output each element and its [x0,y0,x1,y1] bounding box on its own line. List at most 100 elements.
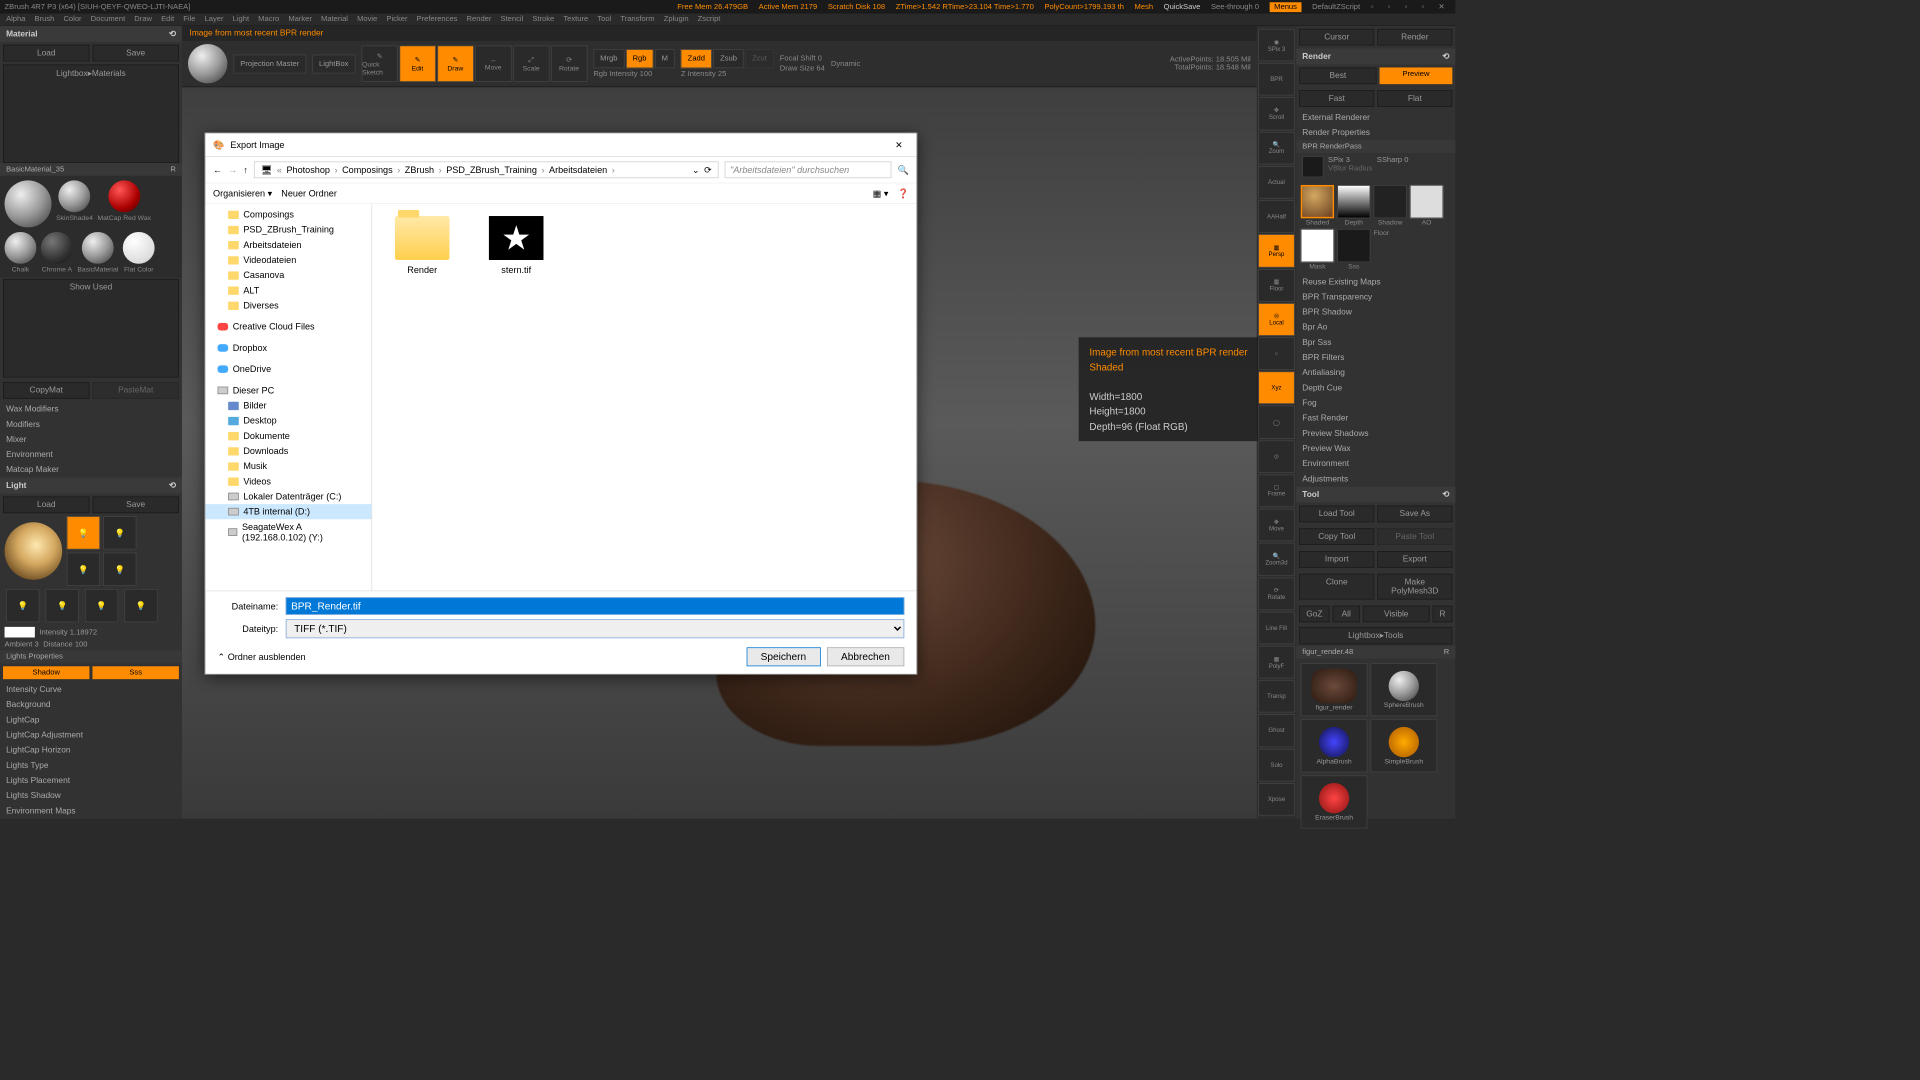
nav-up-button[interactable]: ↑ [243,164,248,175]
load-material-button[interactable]: Load [3,45,89,62]
light-header[interactable]: Light⟲ [0,478,182,494]
lightbox-tools-button[interactable]: Lightbox▸Tools [1299,627,1452,644]
close-button[interactable]: ✕ [889,138,909,152]
r-button[interactable]: R [1433,606,1453,623]
menu-brush[interactable]: Brush [35,15,55,23]
window-controls[interactable]: ▫ ▫ ▫ ▫ ✕ [1371,3,1451,11]
import-button[interactable]: Import [1299,551,1374,568]
export-button[interactable]: Export [1377,551,1452,568]
file-area[interactable]: Render ★ stern.tif [372,204,916,591]
filename-input[interactable] [286,597,905,614]
material-header[interactable]: Material⟲ [0,26,182,42]
breadcrumb[interactable]: 🖥 « Photoshop› Composings› ZBrush› PSD_Z… [254,161,719,178]
matcap-maker[interactable]: Matcap Maker [0,462,182,477]
background[interactable]: Background [0,697,182,712]
menu-file[interactable]: File [183,15,195,23]
zsub-button[interactable]: Zsub [713,49,743,68]
nav-back-button[interactable]: ← [213,164,222,175]
fast-render[interactable]: Fast Render [1296,411,1455,426]
edit-button[interactable]: ✎Edit [399,45,435,81]
aahalf-button[interactable]: AAHalf [1258,200,1294,233]
move-button[interactable]: ↔Move [475,45,511,81]
environment[interactable]: Environment [0,447,182,462]
menu-macro[interactable]: Macro [258,15,279,23]
bpr-sss[interactable]: Bpr Sss [1296,335,1455,350]
rgb-intensity[interactable]: Rgb Intensity 100 [593,70,674,78]
material-basic[interactable] [82,232,114,264]
distance-slider[interactable]: Distance 100 [43,641,87,649]
clone-button[interactable]: Clone [1299,574,1374,600]
save-button[interactable]: Speichern [746,647,820,666]
paste-tool-button[interactable]: Paste Tool [1377,528,1452,545]
lights-properties[interactable]: Lights Properties [0,650,182,663]
material-chrome[interactable] [41,232,73,264]
light-5-button[interactable]: 💡 [6,589,39,622]
make-polymesh-button[interactable]: Make PolyMesh3D [1377,574,1452,600]
lasso-icon[interactable]: ○ [1258,337,1294,370]
transp-button[interactable]: Transp [1258,680,1294,713]
persp-button[interactable]: ▦Persp [1258,234,1294,267]
menu-preferences[interactable]: Preferences [417,15,458,23]
r-toggle-2[interactable]: R [1444,648,1449,656]
render-properties[interactable]: Render Properties [1296,125,1455,140]
menu-document[interactable]: Document [91,15,126,23]
scale-button[interactable]: ⤢Scale [513,45,549,81]
mixer[interactable]: Mixer [0,432,182,447]
flat-button[interactable]: Flat [1377,90,1452,107]
frame-button[interactable]: ▢Frame [1258,474,1294,507]
z-intensity[interactable]: Z Intensity 25 [681,70,774,78]
mask-pass-thumb[interactable] [1301,229,1334,262]
tree-composings[interactable]: Composings [205,207,371,222]
lightcap[interactable]: LightCap [0,713,182,728]
view-button[interactable]: ▦ ▾ [873,188,889,199]
menu-movie[interactable]: Movie [357,15,377,23]
fast-button[interactable]: Fast [1299,90,1374,107]
polyf-button[interactable]: ▦PolyF [1258,646,1294,679]
mrgb-button[interactable]: Mrgb [593,49,624,68]
sss-pass-thumb[interactable] [1337,229,1370,262]
visible-button[interactable]: Visible [1363,606,1430,623]
modifiers[interactable]: Modifiers [0,417,182,432]
spix-button[interactable]: ◉SPix 3 [1258,29,1294,62]
linefill-button[interactable]: Line Fill [1258,611,1294,644]
shadow-button[interactable]: Shadow [3,666,89,679]
rotate3d-button[interactable]: ⟳Rotate [1258,577,1294,610]
hide-folders-button[interactable]: ⌃ Ordner ausblenden [218,652,306,663]
tree-dropbox[interactable]: Dropbox [205,340,371,355]
light-6-button[interactable]: 💡 [45,589,78,622]
light-2-button[interactable]: 💡 [103,516,136,549]
render-environment[interactable]: Environment [1296,456,1455,471]
draw-button[interactable]: ✎Draw [437,45,473,81]
tree-videos[interactable]: Videos [205,474,371,489]
goz-button[interactable]: GoZ [1299,606,1329,623]
simple-brush-thumb[interactable]: SimpleBrush [1370,719,1437,772]
new-folder-button[interactable]: Neuer Ordner [281,188,337,199]
zoom-button[interactable]: 🔍Zoom [1258,132,1294,165]
xyz-button[interactable]: Xyz [1258,372,1294,405]
render-mode-button[interactable]: Render [1377,29,1452,46]
rgb-button[interactable]: Rgb [626,49,654,68]
menu-layer[interactable]: Layer [205,15,224,23]
lightcap-horizon[interactable]: LightCap Horizon [0,743,182,758]
folder-tree[interactable]: Composings PSD_ZBrush_Training Arbeitsda… [205,204,372,591]
vblur-label[interactable]: VBlur Radius [1328,164,1372,172]
menu-tool[interactable]: Tool [597,15,611,23]
menu-alpha[interactable]: Alpha [6,15,25,23]
tree-videodateien[interactable]: Videodateien [205,252,371,267]
copy-tool-button[interactable]: Copy Tool [1299,528,1374,545]
seethrough[interactable]: See-through 0 [1211,3,1259,11]
bpr-renderpass-header[interactable]: BPR RenderPass [1296,140,1455,153]
ssharp-label[interactable]: SSharp 0 [1377,156,1409,177]
tree-diverses[interactable]: Diverses [205,298,371,313]
menu-edit[interactable]: Edit [161,15,174,23]
material-red-wax[interactable] [108,180,140,212]
tree-arbeitsdateien[interactable]: Arbeitsdateien [205,237,371,252]
light-color-swatch[interactable] [5,627,35,638]
intensity-curve[interactable]: Intensity Curve [0,682,182,697]
menu-stroke[interactable]: Stroke [532,15,554,23]
light-8-button[interactable]: 💡 [124,589,157,622]
mirror-icon[interactable]: ⊙ [1258,440,1294,473]
render-header[interactable]: Render⟲ [1296,49,1455,65]
material-chalk[interactable] [5,232,37,264]
menu-light[interactable]: Light [233,15,249,23]
